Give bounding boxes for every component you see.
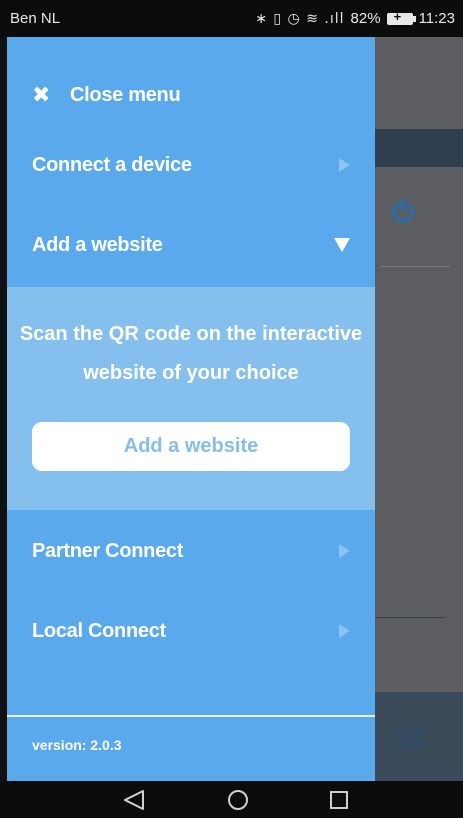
menu-item-local-connect[interactable]: Local Connect: [7, 601, 375, 661]
background-app: [375, 37, 463, 781]
chevron-right-icon: [339, 624, 350, 638]
close-menu-label: Close menu: [70, 83, 181, 106]
menu-item-partner-connect[interactable]: Partner Connect: [7, 521, 375, 581]
clock-time: 11:23: [418, 10, 455, 27]
carrier-name: Ben NL: [10, 10, 61, 27]
recent-apps-icon[interactable]: [330, 791, 348, 809]
add-website-panel: Scan the QR code on the interactive webs…: [7, 287, 375, 510]
status-right-group: ∗ ▯ ◷ ≋ .ıll 82% 11:23: [255, 9, 455, 28]
close-menu-button[interactable]: ✖ Close menu: [7, 65, 375, 125]
add-website-button[interactable]: Add a website: [32, 422, 350, 471]
battery-icon: [386, 9, 416, 25]
chevron-down-icon: [334, 238, 350, 252]
battery-percent: 82%: [350, 10, 381, 27]
menu-item-label: Add a website: [32, 233, 163, 256]
qr-instruction-text: Scan the QR code on the interactive webs…: [19, 323, 363, 384]
close-icon: ✖: [32, 82, 51, 108]
footer-divider: [7, 715, 375, 717]
system-navigation-bar: [0, 781, 463, 818]
back-icon[interactable]: [123, 790, 145, 810]
list-icon: [397, 728, 423, 748]
version-label: version: 2.0.3: [32, 737, 122, 753]
menu-item-label: Local Connect: [32, 619, 166, 642]
background-app-footer: [375, 692, 463, 781]
menu-item-label: Partner Connect: [32, 539, 184, 562]
home-icon[interactable]: [228, 790, 248, 810]
screen-edge: [0, 37, 7, 781]
chevron-right-icon: [339, 158, 350, 172]
chevron-right-icon: [339, 544, 350, 558]
status-icons: ∗ ▯ ◷ ≋ .ıll: [255, 10, 345, 27]
menu-item-label: Connect a device: [32, 153, 192, 176]
menu-item-add-website[interactable]: Add a website: [7, 215, 375, 275]
power-icon: [392, 199, 414, 222]
navigation-drawer: ✖ Close menu Connect a device Add a webs…: [7, 37, 375, 781]
background-divider: [375, 617, 445, 618]
menu-item-connect-device[interactable]: Connect a device: [7, 135, 375, 195]
status-bar: Ben NL ∗ ▯ ◷ ≋ .ıll 82% 11:23: [0, 0, 463, 37]
background-app-header: [375, 129, 463, 167]
background-divider: [380, 266, 450, 267]
